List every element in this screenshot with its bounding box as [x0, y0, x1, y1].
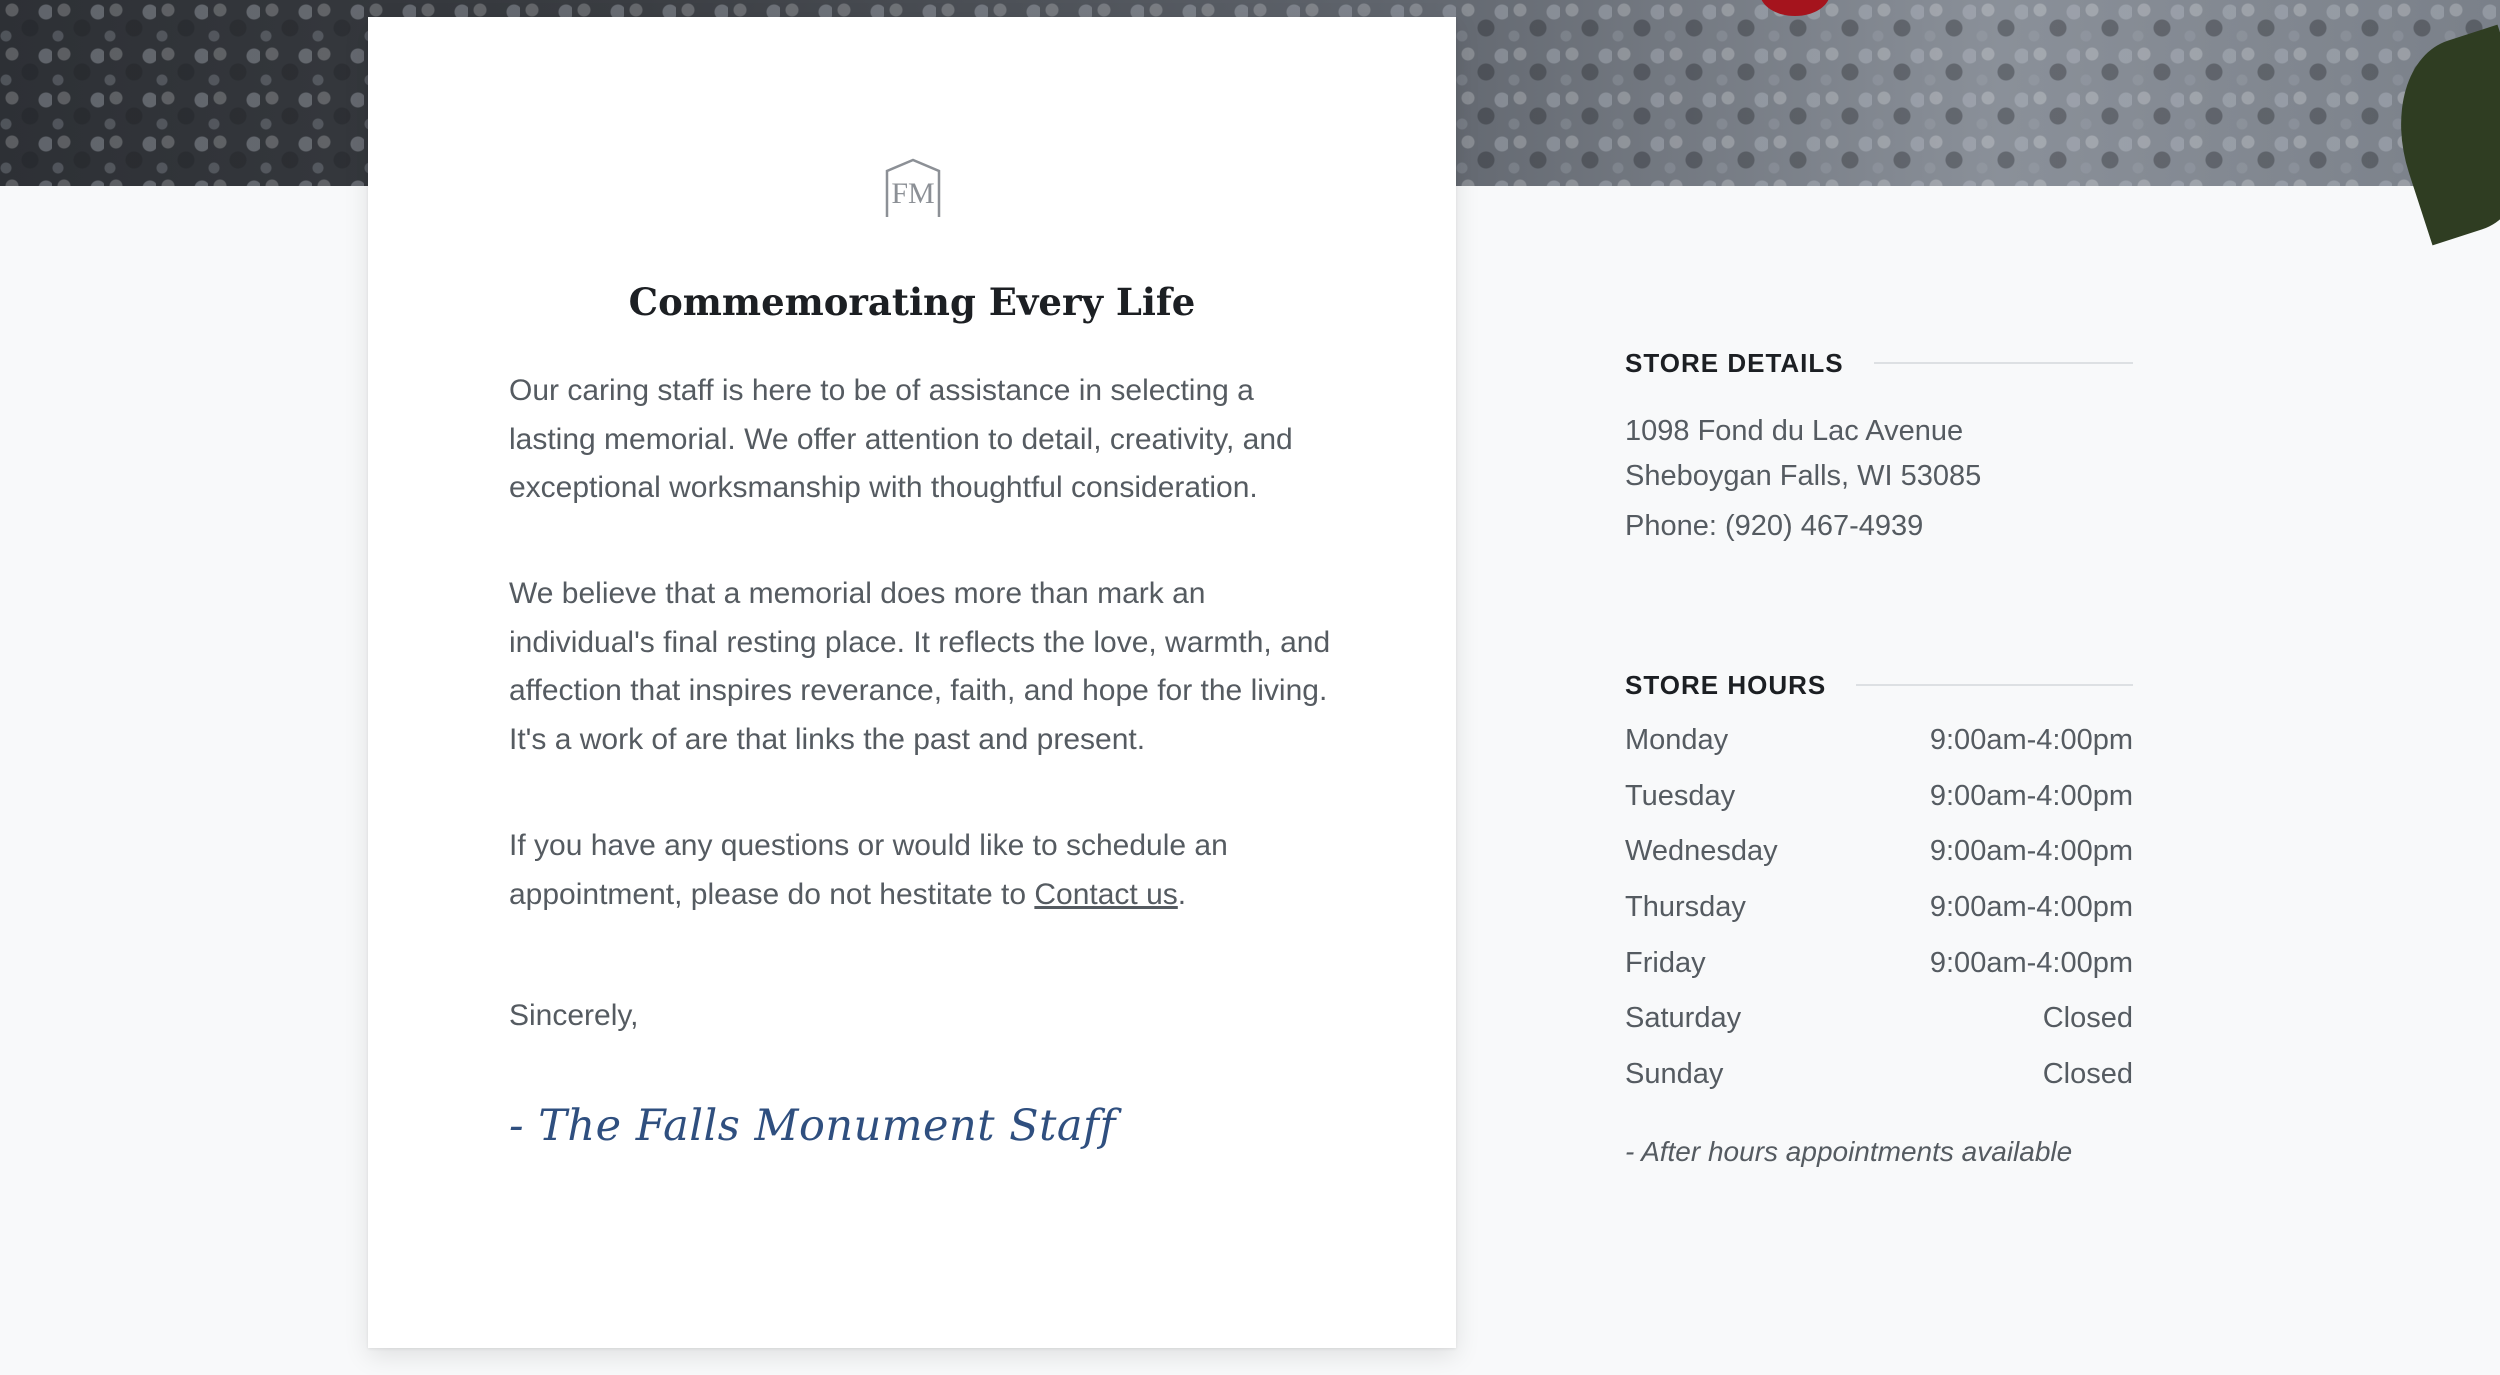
day-label: Tuesday — [1625, 779, 1736, 812]
hours-row-thursday: Thursday 9:00am-4:00pm — [1625, 891, 2133, 947]
hours-row-friday: Friday 9:00am-4:00pm — [1625, 947, 2133, 1003]
address-line-2: Sheboygan Falls, WI 53085 — [1625, 460, 1982, 492]
closing-text: Sincerely, — [509, 999, 639, 1032]
store-details-header: STORE DETAILS — [1625, 346, 2133, 380]
divider-line — [1856, 684, 2133, 686]
time-value: 9:00am-4:00pm — [1929, 779, 2133, 812]
after-hours-note: - After hours appointments available — [1625, 1135, 2073, 1167]
time-value: 9:00am-4:00pm — [1929, 891, 2133, 924]
day-label: Saturday — [1625, 1002, 1742, 1035]
time-value: 9:00am-4:00pm — [1929, 946, 2133, 979]
store-hours-header: STORE HOURS — [1625, 668, 2133, 702]
page-title: Commemorating Every Life — [628, 280, 1196, 324]
belief-paragraph: We believe that a memorial does more tha… — [509, 577, 1331, 756]
signature: - The Falls Monument Staff — [509, 1101, 1116, 1151]
day-label: Sunday — [1625, 1058, 1724, 1091]
day-label: Thursday — [1625, 891, 1746, 924]
contact-paragraph: If you have any questions or would like … — [509, 822, 1339, 919]
contact-period: . — [1177, 877, 1187, 911]
time-value: 9:00am-4:00pm — [1929, 835, 2133, 868]
time-value: 9:00am-4:00pm — [1929, 724, 2133, 756]
hours-row-wednesday: Wednesday 9:00am-4:00pm — [1625, 835, 2133, 891]
store-hours-heading: STORE HOURS — [1625, 669, 1827, 700]
store-hours-section: STORE HOURS Monday 9:00am-4:00pm Tuesday… — [1625, 668, 2133, 1168]
hours-row-sunday: Sunday Closed — [1625, 1058, 2133, 1114]
store-address: 1098 Fond du Lac Avenue Sheboygan Falls,… — [1625, 409, 2133, 499]
hours-table: Monday 9:00am-4:00pm Tuesday 9:00am-4:00… — [1625, 724, 2133, 1114]
intro-paragraph: Our caring staff is here to be of assist… — [509, 374, 1293, 504]
letter-card: FM Commemorating Every Life Our caring s… — [368, 17, 1456, 1348]
store-details-heading: STORE DETAILS — [1625, 347, 1844, 378]
day-label: Wednesday — [1625, 835, 1778, 868]
address-line-1: 1098 Fond du Lac Avenue — [1625, 415, 1964, 447]
hours-row-monday: Monday 9:00am-4:00pm — [1625, 724, 2133, 780]
store-phone: Phone: (920) 467-4939 — [1625, 510, 1924, 542]
day-label: Friday — [1625, 946, 1706, 979]
hours-row-tuesday: Tuesday 9:00am-4:00pm — [1625, 780, 2133, 836]
time-value: Closed — [2042, 1058, 2133, 1091]
logo-text: FM — [891, 177, 934, 210]
day-label: Monday — [1625, 724, 1729, 756]
store-details-section: STORE DETAILS 1098 Fond du Lac Avenue Sh… — [1625, 346, 2133, 543]
rose-petal-decoration — [1760, 0, 1830, 16]
divider-line — [1873, 362, 2133, 364]
hours-row-saturday: Saturday Closed — [1625, 1002, 2133, 1058]
time-value: Closed — [2042, 1002, 2133, 1035]
page: FM Commemorating Every Life Our caring s… — [0, 0, 2500, 1375]
contact-us-link[interactable]: Contact us — [1034, 878, 1177, 911]
monument-logo-icon: FM — [885, 158, 941, 217]
leaf-decoration — [2373, 24, 2500, 246]
